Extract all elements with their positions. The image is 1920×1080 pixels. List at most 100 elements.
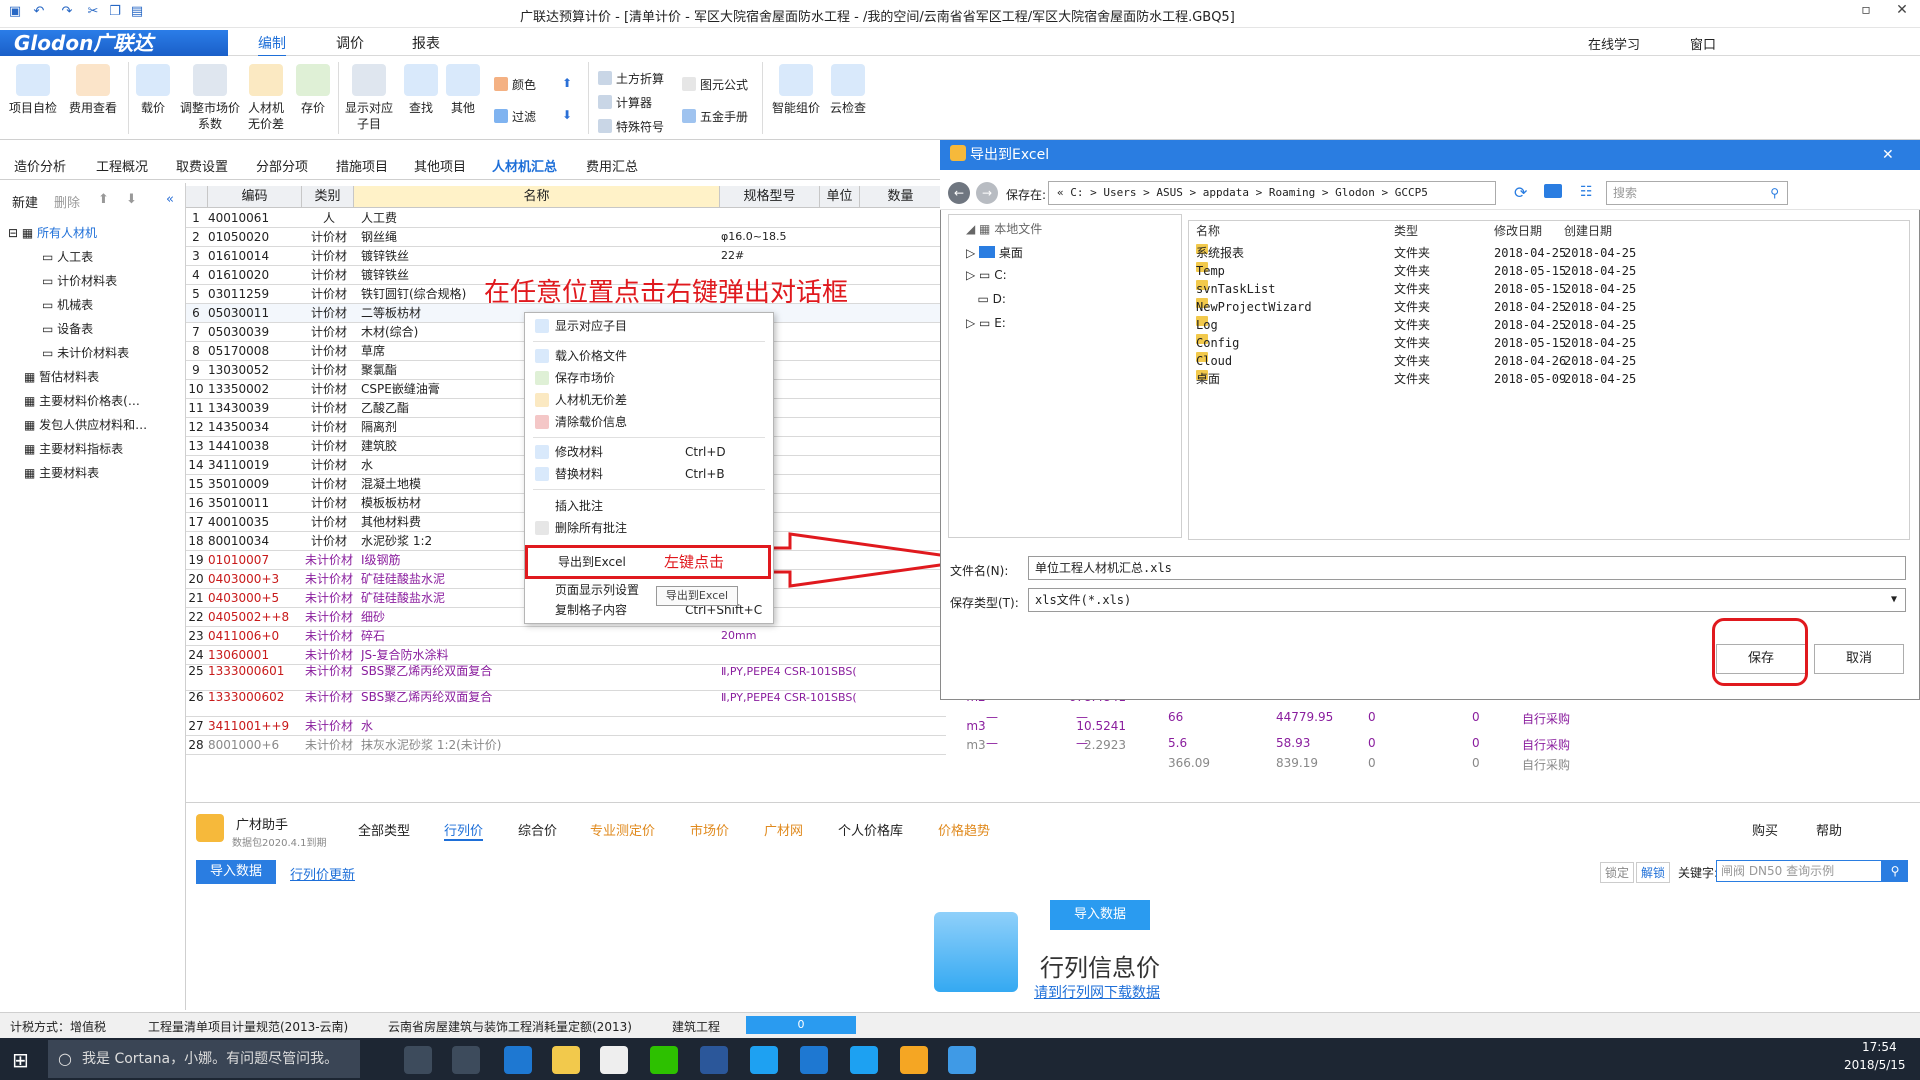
cell-code[interactable]: 13060001	[208, 646, 298, 664]
cell-category[interactable]: 计价材	[301, 304, 357, 322]
menu-replace-material[interactable]: 替换材料 Ctrl+B	[525, 463, 773, 485]
refresh-icon[interactable]: ⟳	[1514, 183, 1527, 202]
extra-cell[interactable]: 5.6	[1168, 736, 1187, 750]
tree-item-labor[interactable]: ▭ 人工表	[42, 248, 93, 265]
file-row[interactable]: 系统报表 文件夹 2018-04-25 2018-04-25	[1196, 244, 1896, 262]
cell-category[interactable]: 未计价材	[301, 691, 357, 704]
cell-code[interactable]: 0403000+5	[208, 589, 298, 607]
tree-item-main-material[interactable]: ▦ 主要材料表	[24, 464, 99, 481]
table-row[interactable]: 301610014计价材镀锌铁丝22#kg3.417	[186, 247, 1126, 266]
cell-spec[interactable]: Ⅱ,PY,PEPE4 CSR-101SBS(	[721, 691, 911, 704]
cell-code[interactable]: 13430039	[208, 399, 298, 417]
cell-category[interactable]: 未计价材	[301, 717, 357, 735]
cell-code[interactable]: 01610020	[208, 266, 298, 284]
cell-code[interactable]: 1333000601	[208, 665, 298, 678]
up-arrow-icon[interactable]: ⬆	[98, 192, 109, 207]
cell-category[interactable]: 未计价材	[301, 736, 357, 754]
tab-fee-settings[interactable]: 取费设置	[176, 156, 228, 175]
cell-code[interactable]: 14410038	[208, 437, 298, 455]
word-icon[interactable]	[700, 1046, 728, 1074]
show-sub-items-button[interactable]: 显示对应子目	[344, 64, 394, 132]
cell-name[interactable]: 镀锌铁丝	[361, 247, 721, 265]
cell-category[interactable]: 计价材	[301, 437, 357, 455]
app-icon-4[interactable]	[900, 1046, 928, 1074]
cell-category[interactable]: 未计价材	[301, 570, 357, 588]
table-row[interactable]: 25 1333000601 未计价材 SBS聚乙烯丙纶双面复合 Ⅱ,PY,PEPE4 C…	[186, 665, 1126, 691]
help-menu[interactable]: 帮助	[1816, 820, 1842, 839]
unlock-button[interactable]: 解锁	[1636, 862, 1671, 883]
cancel-button[interactable]: 取消	[1814, 644, 1904, 674]
cell-unit[interactable]: m3	[931, 736, 1021, 754]
cell-code[interactable]: 34110019	[208, 456, 298, 474]
col-header-unit[interactable]: 单位	[820, 186, 860, 208]
tree-item-provisional[interactable]: ▦ 暂估材料表	[24, 368, 99, 385]
filename-input[interactable]: 单位工程人材机汇总.xls	[1028, 556, 1906, 580]
delete-button[interactable]: 删除	[54, 192, 80, 211]
cell-category[interactable]: 计价材	[301, 323, 357, 341]
tab-row-price[interactable]: 行列价	[444, 820, 484, 841]
tab-adjust-price[interactable]: 调价	[336, 33, 364, 53]
new-button[interactable]: 新建	[12, 192, 38, 211]
col-header-quantity[interactable]: 数量	[860, 186, 942, 208]
file-row[interactable]: Log 文件夹 2018-04-25 2018-04-25	[1196, 316, 1896, 334]
tab-other-items[interactable]: 其他项目	[414, 156, 466, 175]
tab-composite-price[interactable]: 综合价	[518, 820, 557, 839]
extra-cell[interactable]: —	[1076, 736, 1088, 750]
cell-code[interactable]: 0403000+3	[208, 570, 298, 588]
cell-name[interactable]: 钢丝绳	[361, 228, 721, 246]
cell-name[interactable]: SBS聚乙烯丙纶双面复合	[361, 691, 721, 704]
cell-category[interactable]: 计价材	[301, 266, 357, 284]
extra-cell[interactable]: 0	[1472, 710, 1480, 724]
download-data-link[interactable]: 请到行列网下载数据	[1034, 982, 1160, 1002]
table-row[interactable]: 2413060001未计价材JS-复合防水涂料kg4593.42	[186, 646, 1126, 665]
close-button[interactable]: ✕	[1884, 2, 1920, 24]
tree-item-equipment[interactable]: ▭ 设备表	[42, 320, 93, 337]
file-row[interactable]: Temp 文件夹 2018-05-15 2018-04-25	[1196, 262, 1896, 280]
table-row[interactable]: 28 8001000+6 未计价材 抹灰水泥砂浆 1:2(未计价) m3 2.2923	[186, 736, 1126, 755]
collapse-icon[interactable]: «	[166, 192, 174, 207]
cell-category[interactable]: 计价材	[301, 361, 357, 379]
extra-cell[interactable]: 44779.95	[1276, 710, 1333, 724]
glodon-taskbar-icon[interactable]	[948, 1046, 976, 1074]
cell-code[interactable]: 0411006+0	[208, 627, 298, 645]
tab-measures[interactable]: 措施项目	[336, 156, 388, 175]
smart-pricing-button[interactable]: 智能组价	[770, 64, 822, 116]
table-row[interactable]: 27 3411001++9 未计价材水 m3 10.5241	[186, 717, 1126, 736]
extra-cell[interactable]: 0	[1368, 756, 1376, 770]
cell-category[interactable]: 计价材	[301, 228, 357, 246]
save-icon[interactable]: ▣	[6, 4, 24, 22]
cell-code[interactable]: 40010061	[208, 209, 298, 227]
path-dropdown[interactable]: « C: > Users > ASUS > appdata > Roaming …	[1048, 181, 1496, 205]
cell-category[interactable]: 计价材	[301, 399, 357, 417]
adjust-market-factor-button[interactable]: 调整市场价系数	[178, 64, 242, 132]
cell-code[interactable]: 01010007	[208, 551, 298, 569]
explorer-icon[interactable]	[552, 1046, 580, 1074]
cell-code[interactable]: 80010034	[208, 532, 298, 550]
view-menu-icon[interactable]: ☷	[1580, 184, 1593, 200]
tab-personal-library[interactable]: 个人价格库	[838, 820, 903, 839]
cell-category[interactable]: 计价材	[301, 418, 357, 436]
tab-specialty-price[interactable]: 专业测定价	[590, 820, 655, 839]
table-row[interactable]: 201050020计价材钢丝绳φ16.0~18.5kg2.2084	[186, 228, 1126, 247]
copy-icon[interactable]: ❐	[106, 4, 124, 22]
cell-code[interactable]: 03011259	[208, 285, 298, 303]
cell-code[interactable]: 35010009	[208, 475, 298, 493]
extra-cell[interactable]: 0	[1472, 756, 1480, 770]
cell-category[interactable]: 计价材	[301, 494, 357, 512]
extra-cell[interactable]: 自行采购	[1522, 710, 1570, 727]
extra-cell[interactable]: 58.93	[1276, 736, 1310, 750]
col-created[interactable]: 创建日期	[1564, 222, 1612, 239]
project-check-button[interactable]: 项目自检	[8, 64, 58, 116]
tab-reports[interactable]: 报表	[412, 33, 440, 53]
file-row[interactable]: Config 文件夹 2018-05-15 2018-04-25	[1196, 334, 1896, 352]
tree-item-main-price[interactable]: ▦ 主要材料价格表(…	[24, 392, 140, 409]
file-row[interactable]: svnTaskList 文件夹 2018-05-15 2018-04-25	[1196, 280, 1896, 298]
load-price-button[interactable]: 载价	[136, 64, 170, 116]
cell-category[interactable]: 计价材	[301, 247, 357, 265]
extra-cell[interactable]: —	[986, 710, 998, 724]
col-type[interactable]: 类型	[1394, 222, 1418, 239]
app-icon-1[interactable]	[452, 1046, 480, 1074]
menu-save-market-price[interactable]: 保存市场价	[525, 367, 773, 389]
cloud-check-button[interactable]: 云检查	[828, 64, 868, 116]
tree-item-machinery[interactable]: ▭ 机械表	[42, 296, 93, 313]
